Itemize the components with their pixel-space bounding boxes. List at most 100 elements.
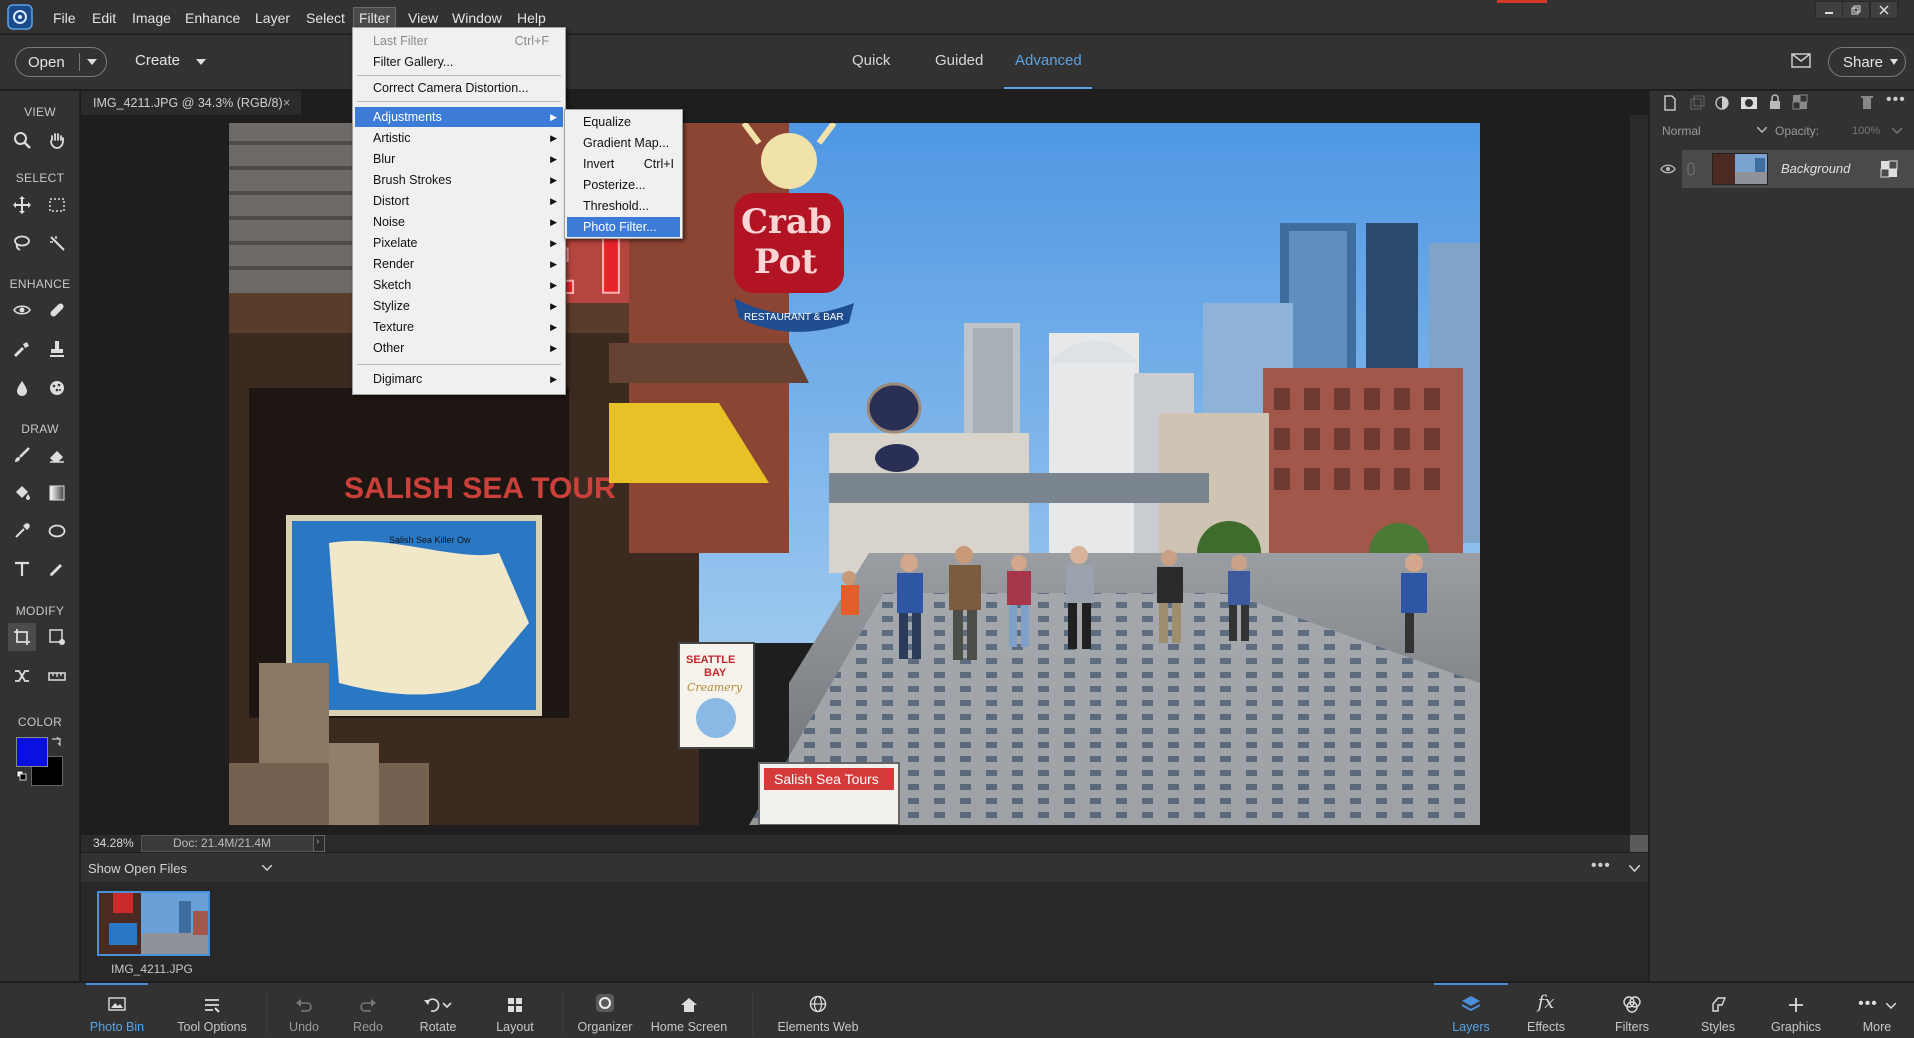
minimize-button[interactable] (1815, 1, 1843, 19)
menu-item-other[interactable]: Other ▶ (355, 338, 563, 358)
layers-button[interactable]: Layers (1434, 983, 1508, 1038)
redo-button[interactable]: Redo (346, 983, 390, 1038)
bin-menu-icon[interactable]: ••• (1591, 857, 1611, 875)
menu-item-digimarc[interactable]: Digimarc ▶ (355, 369, 563, 389)
tool-options-button[interactable]: Tool Options (170, 983, 254, 1038)
menu-layer[interactable]: Layer (250, 7, 295, 29)
doc-size[interactable]: Doc: 21.4M/21.4M (173, 836, 271, 850)
photo-bin-thumbnail[interactable] (97, 891, 210, 956)
layer-name[interactable]: Background (1781, 161, 1850, 176)
menu-item-texture[interactable]: Texture ▶ (355, 317, 563, 337)
menu-select[interactable]: Select (301, 7, 350, 29)
organizer-button[interactable]: Organizer (574, 983, 636, 1038)
pencil-tool[interactable] (43, 555, 71, 583)
menu-item-photo-filter[interactable]: Photo Filter... (567, 217, 680, 237)
chevron-down-icon[interactable] (196, 59, 206, 65)
blur-tool[interactable] (8, 374, 36, 402)
hand-tool[interactable] (43, 126, 71, 154)
menu-item-stylize[interactable]: Stylize ▶ (355, 296, 563, 316)
graphics-button[interactable]: Graphics (1760, 983, 1832, 1038)
elements-web-button[interactable]: Elements Web (772, 983, 864, 1038)
new-layer-icon[interactable] (1662, 95, 1678, 111)
menu-item-adjustments[interactable]: Adjustments ▶ (355, 107, 563, 127)
menu-item-threshold[interactable]: Threshold... (567, 196, 680, 216)
lasso-tool[interactable] (8, 229, 36, 257)
opacity-value[interactable]: 100% (1852, 125, 1880, 137)
clone-stamp-tool[interactable] (43, 335, 71, 363)
gradient-tool[interactable] (43, 479, 71, 507)
visibility-eye-icon[interactable] (1660, 163, 1676, 175)
document-tab[interactable]: IMG_4211.JPG @ 34.3% (RGB/8) × (81, 91, 301, 115)
share-button[interactable]: Share (1828, 47, 1906, 77)
rotate-button[interactable]: Rotate (412, 983, 464, 1038)
tab-quick[interactable]: Quick (852, 52, 890, 69)
layer-row[interactable]: Background (1660, 150, 1914, 188)
tab-guided[interactable]: Guided (935, 52, 983, 69)
red-eye-tool[interactable] (8, 296, 36, 324)
menu-file[interactable]: File (48, 7, 81, 29)
eyedropper-tool[interactable] (8, 517, 36, 545)
close-window-button[interactable] (1870, 1, 1898, 19)
filters-button[interactable]: Filters (1596, 983, 1668, 1038)
feedback-mail-icon[interactable] (1791, 53, 1811, 68)
show-open-files-select[interactable]: Show Open Files (88, 861, 187, 876)
chevron-down-icon[interactable] (1629, 865, 1640, 872)
lock-transparency-icon[interactable] (1792, 94, 1808, 110)
lock-icon[interactable] (1768, 94, 1782, 110)
chevron-down-icon[interactable] (262, 865, 272, 871)
straighten-tool[interactable] (43, 662, 71, 690)
menu-item-brush-strokes[interactable]: Brush Strokes ▶ (355, 170, 563, 190)
adjustment-layer-icon[interactable] (1714, 95, 1730, 111)
quick-selection-tool[interactable] (43, 229, 71, 257)
sponge-tool[interactable] (43, 374, 71, 402)
menu-item-noise[interactable]: Noise ▶ (355, 212, 563, 232)
recompose-tool[interactable] (43, 623, 71, 651)
chevron-down-icon[interactable] (1757, 127, 1767, 133)
menu-image[interactable]: Image (127, 7, 176, 29)
layer-link-icon[interactable] (1686, 162, 1696, 176)
content-aware-move-tool[interactable] (8, 662, 36, 690)
zoom-tool[interactable] (8, 126, 36, 154)
close-document-icon[interactable]: × (283, 91, 290, 115)
undo-button[interactable]: Undo (282, 983, 326, 1038)
foreground-color-swatch[interactable] (16, 737, 48, 767)
home-screen-button[interactable]: Home Screen (648, 983, 730, 1038)
zoom-level[interactable]: 34.28% (93, 836, 134, 850)
layer-style-icon[interactable] (1880, 160, 1898, 178)
menu-view[interactable]: View (403, 7, 443, 29)
menu-help[interactable]: Help (512, 7, 551, 29)
vertical-scrollbar[interactable] (1630, 115, 1648, 835)
smart-brush-tool[interactable] (8, 335, 36, 363)
menu-item-distort[interactable]: Distort ▶ (355, 191, 563, 211)
menu-window[interactable]: Window (447, 7, 507, 29)
menu-item-correct-camera-distortion[interactable]: Correct Camera Distortion... (355, 78, 563, 98)
paint-bucket-tool[interactable] (8, 479, 36, 507)
swap-colors-icon[interactable] (50, 735, 62, 747)
brush-tool[interactable] (8, 441, 36, 469)
menu-item-equalize[interactable]: Equalize (567, 112, 680, 132)
photo-bin-button[interactable]: Photo Bin (86, 983, 148, 1038)
more-button[interactable]: ••• More (1840, 983, 1914, 1038)
menu-item-pixelate[interactable]: Pixelate ▶ (355, 233, 563, 253)
menu-item-posterize[interactable]: Posterize... (567, 175, 680, 195)
effects-button[interactable]: fx Effects (1510, 983, 1582, 1038)
move-tool[interactable] (8, 191, 36, 219)
menu-item-artistic[interactable]: Artistic ▶ (355, 128, 563, 148)
eraser-tool[interactable] (43, 441, 71, 469)
blend-mode-select[interactable]: Normal (1662, 124, 1701, 138)
type-tool[interactable] (8, 555, 36, 583)
styles-button[interactable]: Styles (1682, 983, 1754, 1038)
trash-icon[interactable] (1860, 94, 1874, 110)
spot-healing-tool[interactable] (43, 296, 71, 324)
menu-filter[interactable]: Filter (353, 7, 397, 29)
elements-logo-icon[interactable] (6, 4, 34, 30)
restore-button[interactable] (1842, 1, 1870, 19)
chevron-down-icon[interactable] (1892, 128, 1902, 134)
panel-menu-icon[interactable]: ••• (1886, 91, 1906, 109)
menu-item-invert[interactable]: Invert Ctrl+I (567, 154, 680, 174)
status-menu-arrow-icon[interactable]: › (316, 836, 319, 847)
layer-mask-icon[interactable] (1740, 95, 1758, 111)
menu-enhance[interactable]: Enhance (180, 7, 245, 29)
new-group-icon[interactable] (1689, 95, 1705, 111)
tab-advanced[interactable]: Advanced (1015, 52, 1082, 69)
